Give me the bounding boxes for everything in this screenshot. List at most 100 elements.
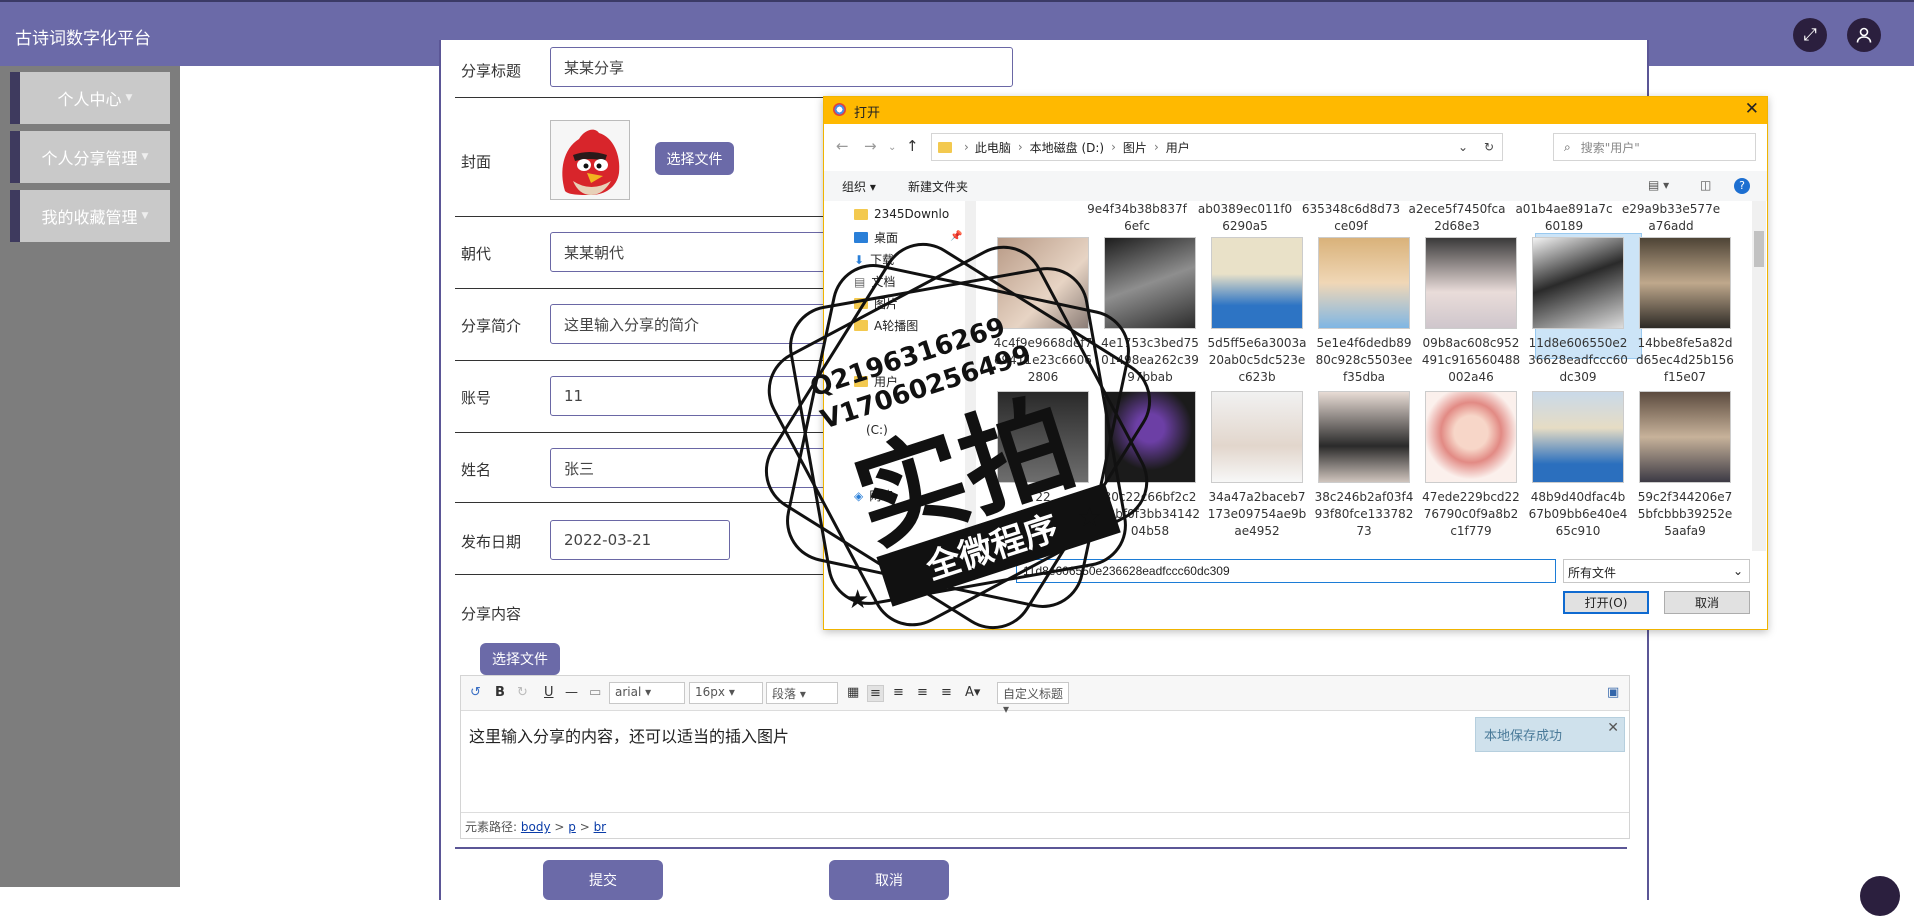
- file-label[interactable]: 38c246b2af03f493f80fce13378273: [1314, 489, 1414, 540]
- cancel-button[interactable]: 取消: [829, 860, 949, 900]
- chevron-down-icon[interactable]: ⌄: [1458, 140, 1468, 154]
- paragraph-select[interactable]: 段落 ▾: [766, 682, 838, 704]
- path-br-link[interactable]: br: [594, 820, 607, 834]
- file-label[interactable]: 9e4f34b38b837f6efc: [1087, 201, 1187, 235]
- file-label[interactable]: 5e1e4f6dedb8980c928c5503eef35dba: [1314, 335, 1414, 386]
- file-thumbnail[interactable]: [1318, 237, 1410, 329]
- close-icon[interactable]: ✕: [1607, 720, 1619, 736]
- breadcrumb-pc[interactable]: 此电脑: [975, 139, 1011, 156]
- file-label[interactable]: a2ece5f7450fca2d68e3: [1407, 201, 1507, 235]
- file-thumbnail[interactable]: [1211, 237, 1303, 329]
- help-icon[interactable]: ?: [1734, 178, 1750, 194]
- file-thumbnail[interactable]: [1532, 391, 1624, 483]
- scrollbar-thumb[interactable]: [1754, 231, 1764, 267]
- dialog-cancel-button[interactable]: 取消: [1664, 591, 1750, 614]
- fullscreen-icon[interactable]: ⤢: [1793, 18, 1827, 52]
- file-label[interactable]: 14bbe8fe5a82dd65ec4d25b156f15e07: [1635, 335, 1735, 386]
- file-thumbnail[interactable]: [1425, 237, 1517, 329]
- file-label[interactable]: 4e1753c3bed7501498ea262c3997bbab: [1100, 335, 1200, 386]
- tree-item-downloads[interactable]: ⬇ 下载: [854, 251, 894, 268]
- new-folder-button[interactable]: 新建文件夹: [908, 178, 968, 195]
- rich-text-editor[interactable]: ↺ B ↻ U — ▭ arial ▾ 16px ▾ 段落 ▾ ▦ ≡ ≡ ≡ …: [460, 675, 1630, 839]
- sidebar-item-share-manage[interactable]: 个人分享管理 ▼: [10, 131, 170, 183]
- intro-input[interactable]: 这里输入分享的简介: [550, 304, 850, 344]
- dynasty-input[interactable]: 某某朝代: [550, 232, 850, 272]
- file-thumbnail[interactable]: [997, 391, 1089, 483]
- user-avatar-icon[interactable]: [1847, 18, 1881, 52]
- tree-item-c-drive[interactable]: (C:): [866, 423, 888, 437]
- tree-item-network[interactable]: ◈ 网络: [854, 487, 893, 504]
- search-input[interactable]: ⌕ 搜索"用户": [1553, 133, 1756, 161]
- table-icon[interactable]: ▦: [847, 685, 859, 700]
- horizontal-rule-icon[interactable]: —: [565, 685, 578, 700]
- organize-button[interactable]: 组织 ▾: [842, 178, 876, 195]
- file-label[interactable]: 5d5ff5e6a3003a20ab0c5dc523ec623b: [1207, 335, 1307, 386]
- chevron-down-icon[interactable]: ⌄: [888, 142, 896, 153]
- path-body-link[interactable]: body: [521, 820, 551, 834]
- tree-scrollbar[interactable]: [965, 201, 976, 551]
- source-code-icon[interactable]: ▣: [1607, 685, 1619, 700]
- file-thumbnail[interactable]: [1104, 391, 1196, 483]
- path-p-link[interactable]: p: [568, 820, 576, 834]
- file-thumbnail[interactable]: [1425, 391, 1517, 483]
- close-icon[interactable]: ✕: [1745, 99, 1759, 119]
- date-input[interactable]: 2022-03-21: [550, 520, 730, 560]
- file-label[interactable]: 09b8ac608c952491c916560488002a46: [1421, 335, 1521, 386]
- file-label[interactable]: 34a47a2baceb7173e09754ae9bae4952: [1207, 489, 1307, 540]
- forward-arrow-icon[interactable]: →: [864, 137, 877, 155]
- font-family-select[interactable]: arial ▾: [609, 682, 685, 704]
- align-left-icon[interactable]: ≡: [867, 685, 884, 702]
- cover-choose-file-button[interactable]: 选择文件: [655, 142, 734, 175]
- title-input[interactable]: 某某分享: [550, 47, 1013, 87]
- file-thumbnail[interactable]: [1639, 237, 1731, 329]
- submit-button[interactable]: 提交: [543, 860, 663, 900]
- view-options-icon[interactable]: ▤ ▾: [1648, 178, 1669, 192]
- file-label[interactable]: 30c22c66bf2c292bf0f3bb3414204b58: [1100, 489, 1200, 540]
- file-label[interactable]: 11d8e606550e236628eadfccc60dc309: [1528, 335, 1628, 386]
- align-center-icon[interactable]: ≡: [917, 685, 928, 700]
- filename-input[interactable]: [1016, 559, 1556, 583]
- sidebar-item-favorites[interactable]: 我的收藏管理 ▼: [10, 190, 170, 242]
- file-label[interactable]: 635348c6d8d73ce09f: [1301, 201, 1401, 235]
- file-thumbnail[interactable]: [1104, 237, 1196, 329]
- clear-format-icon[interactable]: ▭: [589, 685, 601, 700]
- file-label[interactable]: a01b4ae891a7c60189: [1514, 201, 1614, 235]
- tree-item-documents[interactable]: ▤ 文档: [854, 273, 895, 290]
- font-size-select[interactable]: 16px ▾: [689, 682, 763, 704]
- file-thumbnail[interactable]: [1639, 391, 1731, 483]
- tree-item-desktop[interactable]: 桌面: [854, 229, 898, 246]
- breadcrumb-pictures[interactable]: 图片: [1123, 139, 1147, 156]
- file-thumbnail[interactable]: [1211, 391, 1303, 483]
- underline-icon[interactable]: U: [544, 685, 554, 700]
- file-label[interactable]: 59c2f344206e75bfcbbb39252e5aafa9: [1635, 489, 1735, 540]
- align-right-icon[interactable]: ≡: [893, 685, 904, 700]
- tree-item-downloads-folder[interactable]: 2345Downlo: [854, 207, 949, 221]
- align-justify-icon[interactable]: ≡: [941, 685, 952, 700]
- breadcrumb-disk[interactable]: 本地磁盘 (D:): [1030, 139, 1104, 156]
- breadcrumb-user[interactable]: 用户: [1166, 139, 1190, 156]
- file-thumbnail[interactable]: [1318, 391, 1410, 483]
- file-type-select[interactable]: 所有文件 ⌄: [1563, 559, 1750, 583]
- tree-item-carousel[interactable]: A轮播图: [854, 317, 918, 334]
- undo-icon[interactable]: ↺: [470, 685, 481, 700]
- tree-item-pictures[interactable]: 图片: [854, 295, 898, 312]
- font-color-icon[interactable]: A▾: [965, 685, 980, 700]
- file-label[interactable]: 48b9d40dfac4b67b09bb6e40e465c910: [1528, 489, 1628, 540]
- sidebar-item-profile[interactable]: 个人中心 ▼: [10, 72, 170, 124]
- back-to-top-button[interactable]: [1860, 876, 1900, 916]
- content-choose-file-button[interactable]: 选择文件: [480, 643, 560, 675]
- file-label[interactable]: 4c4f9e9668def7e9411e23c66062806: [993, 335, 1093, 386]
- file-thumbnail[interactable]: [997, 237, 1089, 329]
- file-label[interactable]: 47ede229bcd2276790c0f9a8b2c1f779: [1421, 489, 1521, 540]
- bold-icon[interactable]: B: [495, 685, 505, 700]
- open-button[interactable]: 打开(O): [1563, 591, 1649, 614]
- refresh-icon[interactable]: ↻: [1484, 140, 1494, 154]
- custom-heading-select[interactable]: 自定义标题 ▾: [997, 682, 1069, 716]
- file-thumbnail[interactable]: [1532, 237, 1624, 329]
- editor-content[interactable]: 这里输入分享的内容，还可以适当的插入图片: [469, 723, 789, 747]
- account-input[interactable]: 11: [550, 376, 850, 416]
- file-label[interactable]: ab0389ec011f06290a5: [1195, 201, 1295, 235]
- name-input[interactable]: 张三: [550, 448, 850, 488]
- tree-item-user[interactable]: 用户: [854, 373, 898, 390]
- address-bar[interactable]: › 此电脑 › 本地磁盘 (D:) › 图片 › 用户 ⌄ ↻: [931, 133, 1503, 161]
